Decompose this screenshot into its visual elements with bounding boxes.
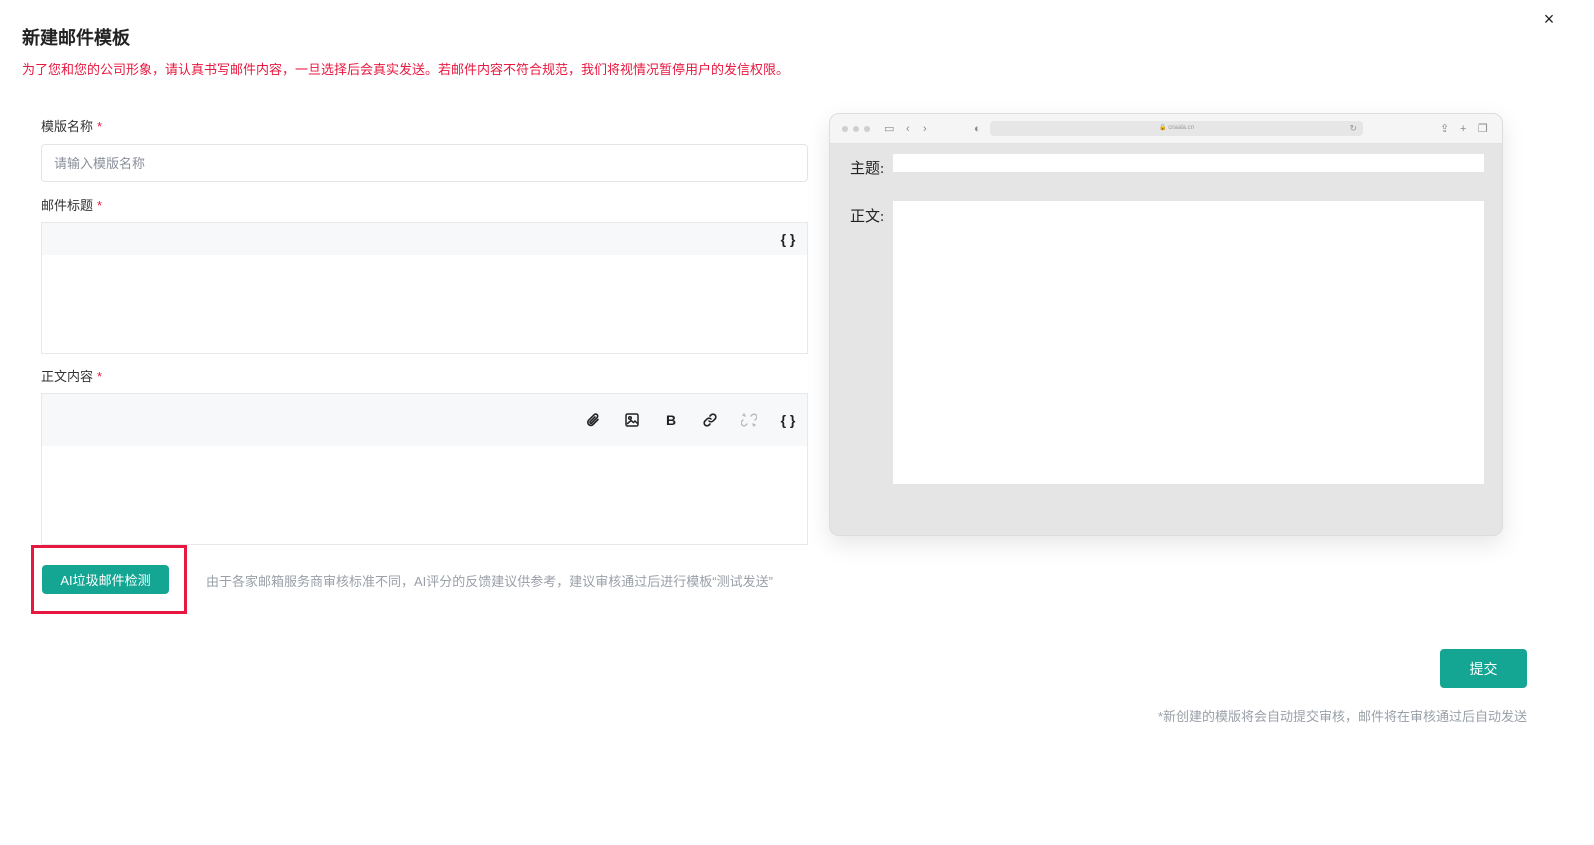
back-icon: ‹ [906, 123, 910, 135]
subject-toolbar: { } [42, 223, 807, 255]
reload-icon: ↻ [1349, 123, 1357, 133]
image-icon[interactable] [619, 407, 645, 433]
attachment-icon[interactable] [580, 407, 606, 433]
new-tab-icon: + [1460, 123, 1467, 135]
ai-spam-check-button[interactable]: AI垃圾邮件检测 [42, 565, 169, 594]
unlink-icon[interactable] [736, 407, 762, 433]
forward-icon: › [923, 123, 927, 135]
preview-body-box [893, 201, 1484, 484]
subject-label-text: 邮件标题 [41, 198, 94, 213]
template-name-input[interactable] [41, 144, 808, 182]
name-label: 模版名称 * [41, 116, 102, 135]
required-mark: * [97, 369, 103, 384]
submit-button[interactable]: 提交 [1440, 649, 1527, 688]
window-dot [842, 126, 848, 132]
warning-text: 为了您和您的公司形象，请认真书写邮件内容，一旦选择后会真实发送。若邮件内容不符合… [22, 62, 790, 77]
body-toolbar: B { } [42, 394, 807, 446]
variable-icon[interactable]: { } [775, 407, 801, 433]
url-bar: 🔒 cnaala.cn ↻ [990, 121, 1363, 136]
browser-chrome: ▭ ‹ › ◐ 🔒 cnaala.cn ↻ ⇪ + ❐ [830, 114, 1502, 144]
preview-subject-box [893, 154, 1484, 172]
shield-icon: ◐ [974, 123, 981, 135]
variable-icon[interactable]: { } [775, 226, 801, 252]
body-input[interactable] [42, 446, 807, 544]
required-mark: * [97, 198, 103, 213]
share-icon: ⇪ [1440, 123, 1450, 135]
email-preview: ▭ ‹ › ◐ 🔒 cnaala.cn ↻ ⇪ + ❐ 主题: 正文: [829, 113, 1503, 536]
name-label-text: 模版名称 [41, 119, 94, 134]
required-mark: * [97, 119, 103, 134]
url-text: 🔒 cnaala.cn [1159, 125, 1194, 131]
ai-hint-text: 由于各家邮箱服务商审核标准不同，AI评分的反馈建议供参考，建议审核通过后进行模板… [206, 574, 773, 589]
body-editor: B { } [41, 393, 808, 545]
close-icon[interactable]: × [1538, 8, 1560, 30]
preview-subject-label: 主题: [850, 161, 885, 177]
subject-editor: { } [41, 222, 808, 354]
page-title: 新建邮件模板 [22, 28, 130, 48]
window-dot [853, 126, 859, 132]
sidebar-icon: ▭ [884, 123, 895, 135]
preview-body-label: 正文: [850, 209, 885, 225]
window-dot [864, 126, 870, 132]
body-label: 正文内容 * [41, 366, 102, 385]
body-label-text: 正文内容 [41, 369, 94, 384]
submit-note: *新创建的模版将会自动提交审核，邮件将在审核通过后自动发送 [1157, 709, 1527, 724]
link-icon[interactable] [697, 407, 723, 433]
bold-icon[interactable]: B [658, 407, 684, 433]
subject-label: 邮件标题 * [41, 195, 102, 214]
tabs-icon: ❐ [1478, 123, 1488, 135]
subject-input[interactable] [42, 255, 807, 353]
